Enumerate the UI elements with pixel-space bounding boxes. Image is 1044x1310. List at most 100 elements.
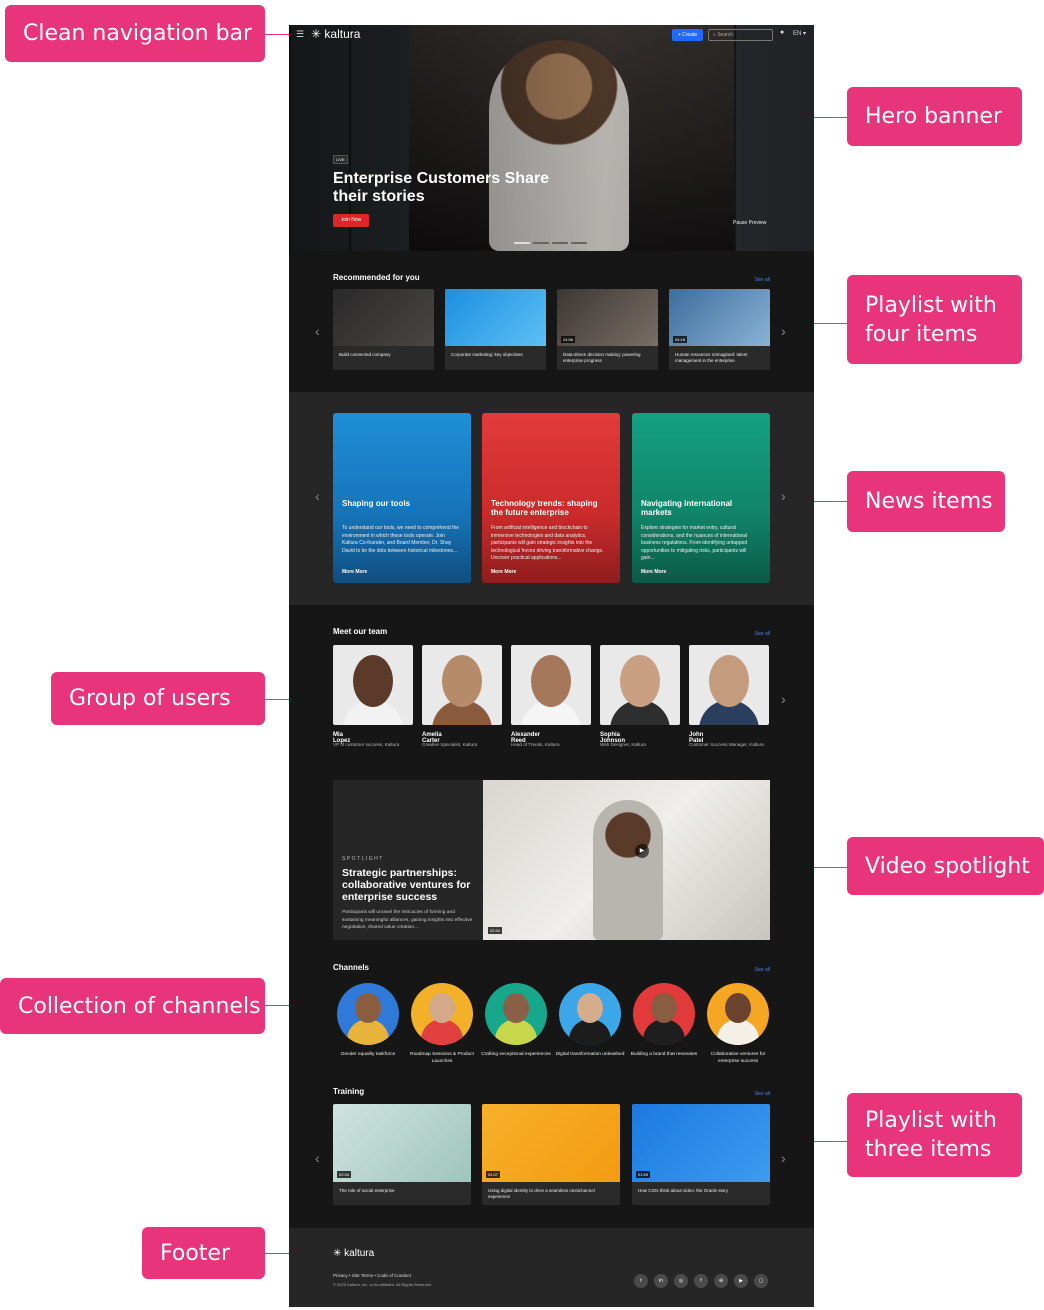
duration-badge: 01:59 [636,1171,651,1178]
news-card[interactable]: Navigating international markets Explore… [632,413,770,583]
section-title: Recommended for you [333,273,420,282]
more-link[interactable]: More More [641,569,666,575]
channel-image [559,983,621,1045]
search-input[interactable]: ⌕ Search [708,29,773,41]
video-title: The role of social enterprise [339,1188,395,1193]
web-icon[interactable]: ⊕ [714,1274,728,1288]
video-card[interactable]: 02:34 The role of social enterprise [333,1104,471,1205]
video-title: Using digital identity to drive a seamle… [488,1188,595,1199]
duration-badge: 04:37 [486,1171,501,1178]
channel-name: Collaborative ventures for enterprise su… [710,1052,766,1064]
video-card[interactable]: 24:56 Data-driven decision making: power… [557,289,658,370]
video-thumbnail [632,1104,770,1182]
spotlight-speaker [593,800,663,940]
chevron-left-icon[interactable]: ‹ [315,323,320,339]
see-all-link[interactable]: See all [755,631,770,637]
video-thumbnail [333,289,434,346]
news-title: Navigating international markets [641,499,733,517]
pause-preview-button[interactable]: Pause Preview [733,220,766,226]
avatar [600,645,680,725]
channel-name: Gender equality taskforce [340,1052,396,1057]
chevron-right-icon[interactable]: › [781,1150,786,1166]
twitter-icon[interactable]: t [634,1274,648,1288]
callout-users: Group of users [51,672,265,725]
video-title: Build connected company [339,352,391,357]
copyright: © 2023 Kaltura, Inc. or its affiliates. … [333,1282,432,1287]
footer: ✳ kaltura Privacy • Site Terms • Code of… [289,1228,814,1307]
team-section: Meet our team See all › Mia Lopez VP of … [289,605,814,775]
spotlight-title: Strategic partnerships: collaborative ve… [342,867,471,903]
see-all-link[interactable]: See all [755,277,770,283]
section-title: Meet our team [333,627,388,636]
channel-image [485,983,547,1045]
member-role: VP of customer success, Kaltura [333,742,400,747]
website-frame: ☰ ✳ kaltura + Create ⌕ Search ● EN ▾ LIV… [289,25,814,1307]
video-spotlight: SPOTLIGHT Strategic partnerships: collab… [289,775,814,955]
video-thumbnail [445,289,546,346]
see-all-link[interactable]: See all [755,967,770,973]
twitch-icon[interactable]: ▢ [754,1274,768,1288]
create-button[interactable]: + Create [672,29,703,41]
news-description: To understand our tools, we need to comp… [342,525,460,554]
more-link[interactable]: More More [342,569,367,575]
video-card[interactable]: Corporate marketing: key objectives [445,289,546,370]
logo-text: kaltura [324,27,361,41]
video-card[interactable]: 01:59 How CIOs think about video: the Or… [632,1104,770,1205]
spotlight-video[interactable]: ▶ 02:34 [483,780,770,940]
video-title: How CIOs think about video: the Oracle s… [638,1188,729,1193]
footer-links[interactable]: Privacy • Site Terms • Code of Conduct [333,1273,411,1278]
join-now-button[interactable]: Join Now [333,214,369,227]
hero-title: Enterprise Customers Share their stories [333,170,550,205]
duration-badge: 02:34 [337,1171,352,1178]
channel-image [707,983,769,1045]
channels-section: Channels See all Gender equality taskfor… [289,955,814,1080]
social-links: t in ◎ f ⊕ ▶ ▢ [634,1274,768,1288]
chevron-right-icon[interactable]: › [781,323,786,339]
chevron-right-icon[interactable]: › [781,488,786,504]
youtube-icon[interactable]: ▶ [734,1274,748,1288]
news-card[interactable]: Shaping our tools To understand our tool… [333,413,471,583]
facebook-icon[interactable]: f [694,1274,708,1288]
linkedin-icon[interactable]: in [654,1274,668,1288]
footer-logo[interactable]: ✳ kaltura [333,1248,374,1259]
chevron-left-icon[interactable]: ‹ [315,1150,320,1166]
channel-image [411,983,473,1045]
callout-channels: Collection of channels [0,978,265,1034]
channel-name: Building a brand that resonates [630,1052,698,1057]
avatar [422,645,502,725]
play-icon[interactable]: ▶ [635,844,649,858]
news-card[interactable]: Technology trends: shaping the future en… [482,413,620,583]
more-link[interactable]: More More [491,569,516,575]
spotlight-kicker: SPOTLIGHT [342,856,384,862]
video-title: Corporate marketing: key objectives [451,352,523,357]
callout-hero: Hero banner [847,87,1022,146]
callout-news: News items [847,471,1005,532]
duration-badge: 04:16 [673,336,688,343]
chevron-right-icon[interactable]: › [781,691,786,707]
avatar [333,645,413,725]
avatar [511,645,591,725]
video-card[interactable]: Build connected company [333,289,434,370]
channel-name: Crafting exceptional experiences [481,1052,551,1057]
duration-badge: 02:34 [488,927,503,934]
video-card[interactable]: 04:37 Using digital identity to drive a … [482,1104,620,1205]
see-all-link[interactable]: See all [755,1091,770,1097]
kaltura-logo[interactable]: ✳ kaltura [311,27,360,41]
video-card[interactable]: 04:16 Human resources reimagined: talent… [669,289,770,370]
chevron-left-icon[interactable]: ‹ [315,488,320,504]
hero-pagination[interactable] [514,242,587,244]
news-title: Technology trends: shaping the future en… [491,499,598,517]
logo-text: kaltura [344,1248,375,1259]
member-role: Head of Trends, Kaltura [511,742,560,747]
section-title: Training [333,1087,365,1096]
member-role: Customer Success Manager, Kaltura [689,742,764,747]
hero-banner: LIVE Enterprise Customers Share their st… [289,25,814,251]
member-role: Web Designer, Kaltura [600,742,646,747]
callout-playlist3: Playlist with three items [847,1093,1022,1177]
hamburger-icon[interactable]: ☰ [296,29,304,40]
user-icon[interactable]: ● [780,29,784,36]
language-selector[interactable]: EN ▾ [793,30,806,37]
instagram-icon[interactable]: ◎ [674,1274,688,1288]
channel-image [633,983,695,1045]
news-description: Explore strategies for market entry, cul… [641,525,748,561]
